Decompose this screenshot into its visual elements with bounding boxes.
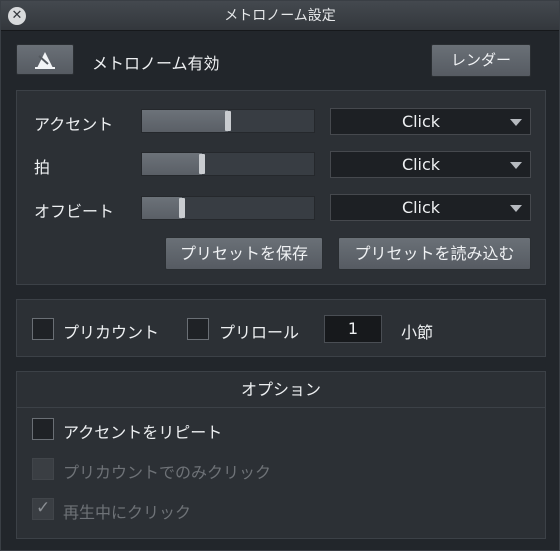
window-title: メトロノーム設定: [224, 8, 336, 24]
checkmark-icon: ✓: [36, 498, 51, 518]
preroll-checkbox[interactable]: [187, 318, 209, 340]
click-precount-only-label: プリカウントでのみクリック: [63, 463, 272, 482]
repeat-accent-label: アクセントをリピート: [63, 423, 223, 442]
click-during-playback-label: 再生中にクリック: [63, 503, 192, 522]
slider-thumb[interactable]: [225, 111, 231, 131]
close-icon[interactable]: ✕: [8, 7, 26, 25]
accent-volume-slider[interactable]: [141, 109, 315, 133]
save-preset-button[interactable]: プリセットを保存: [165, 237, 323, 270]
preroll-label: プリロール: [219, 323, 300, 342]
bars-input[interactable]: 1: [324, 315, 382, 343]
metronome-icon: [35, 52, 55, 69]
load-preset-button[interactable]: プリセットを読み込む: [338, 237, 531, 270]
beat-volume-slider[interactable]: [141, 152, 315, 176]
accent-sound-select[interactable]: Click: [330, 108, 531, 135]
bars-unit-label: 小節: [401, 323, 434, 342]
metronome-toggle-button[interactable]: [16, 44, 74, 75]
slider-thumb[interactable]: [179, 198, 185, 218]
accent-label: アクセント: [34, 115, 114, 134]
slider-thumb[interactable]: [199, 154, 205, 174]
precount-checkbox[interactable]: [32, 318, 54, 340]
title-bar: メトロノーム設定 ✕: [1, 1, 559, 31]
beat-sound-select[interactable]: Click: [330, 151, 531, 178]
offbeat-volume-slider[interactable]: [141, 196, 315, 220]
metronome-enable-label: メトロノーム有効: [92, 54, 220, 73]
click-precount-only-checkbox[interactable]: [32, 458, 54, 480]
metronome-settings-window: メトロノーム設定 ✕ メトロノーム有効 レンダー アクセント Click 拍 C…: [0, 0, 560, 551]
repeat-accent-checkbox[interactable]: [32, 418, 54, 440]
beat-label: 拍: [34, 158, 51, 177]
chevron-down-icon: [510, 162, 522, 169]
options-header: オプション: [17, 372, 545, 408]
precount-label: プリカウント: [63, 323, 160, 342]
offbeat-label: オフビート: [34, 202, 115, 221]
click-during-playback-checkbox[interactable]: ✓: [32, 498, 54, 520]
chevron-down-icon: [510, 119, 522, 126]
offbeat-sound-select[interactable]: Click: [330, 194, 531, 221]
render-button[interactable]: レンダー: [431, 44, 531, 77]
chevron-down-icon: [510, 205, 522, 212]
